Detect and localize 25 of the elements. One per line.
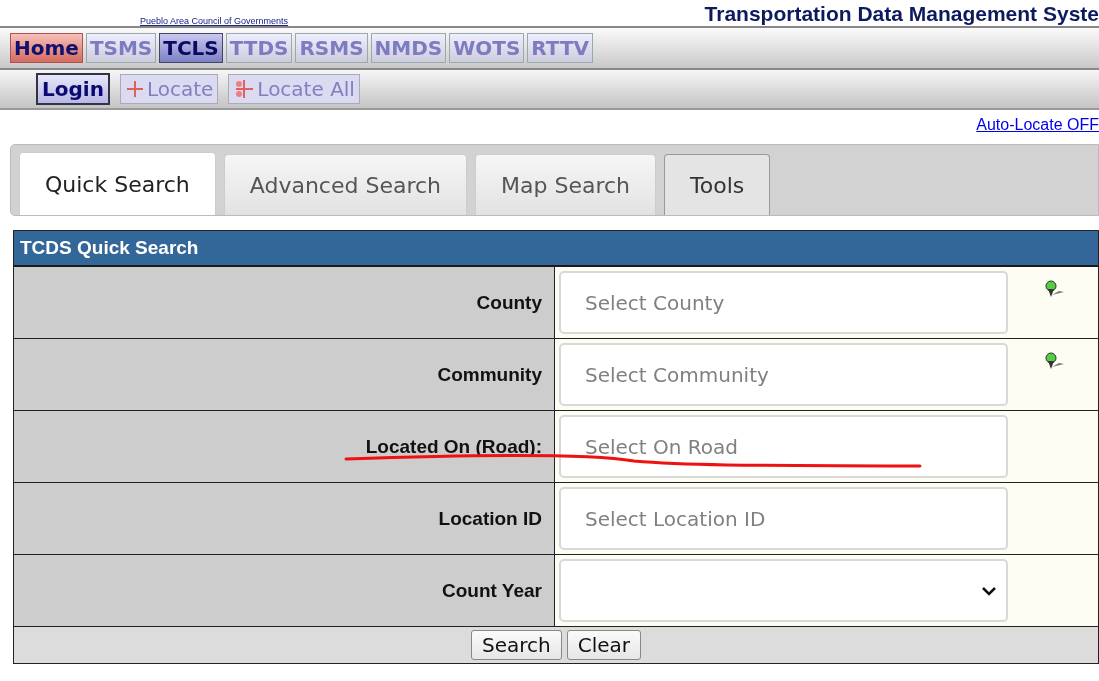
form-title: TCDS Quick Search: [14, 231, 1098, 267]
field-label: Community: [14, 339, 555, 410]
field-label: County: [14, 267, 555, 338]
form-button[interactable]: Search: [471, 630, 562, 660]
auto-locate-link[interactable]: Auto-Locate OFF: [976, 116, 1099, 134]
search-field[interactable]: Select Community: [559, 343, 1008, 406]
chevron-down-icon: [982, 585, 996, 596]
search-tab[interactable]: Quick Search: [19, 152, 216, 215]
search-field[interactable]: Select Location ID: [559, 487, 1008, 550]
system-title: Transportation Data Management Syste: [704, 2, 1099, 26]
field-label: Location ID: [14, 483, 555, 554]
search-field[interactable]: Select On Road: [559, 415, 1008, 478]
form-button[interactable]: Clear: [566, 630, 641, 660]
organization-name[interactable]: Pueblo Area Council of Governments: [140, 16, 289, 26]
field-label: Count Year: [14, 555, 555, 626]
module-tab[interactable]: Home: [10, 33, 83, 63]
search-tab[interactable]: Map Search: [475, 154, 657, 215]
crosshair-icon: [124, 79, 145, 99]
field-label: Located On (Road):: [14, 411, 555, 482]
search-tab[interactable]: Tools: [664, 154, 771, 215]
login-button[interactable]: Login: [36, 73, 110, 105]
crosshair-icon: [233, 78, 256, 100]
module-tab[interactable]: TCLS: [159, 33, 223, 63]
search-field[interactable]: Select County: [559, 271, 1008, 334]
search-tab[interactable]: Advanced Search: [223, 154, 468, 215]
